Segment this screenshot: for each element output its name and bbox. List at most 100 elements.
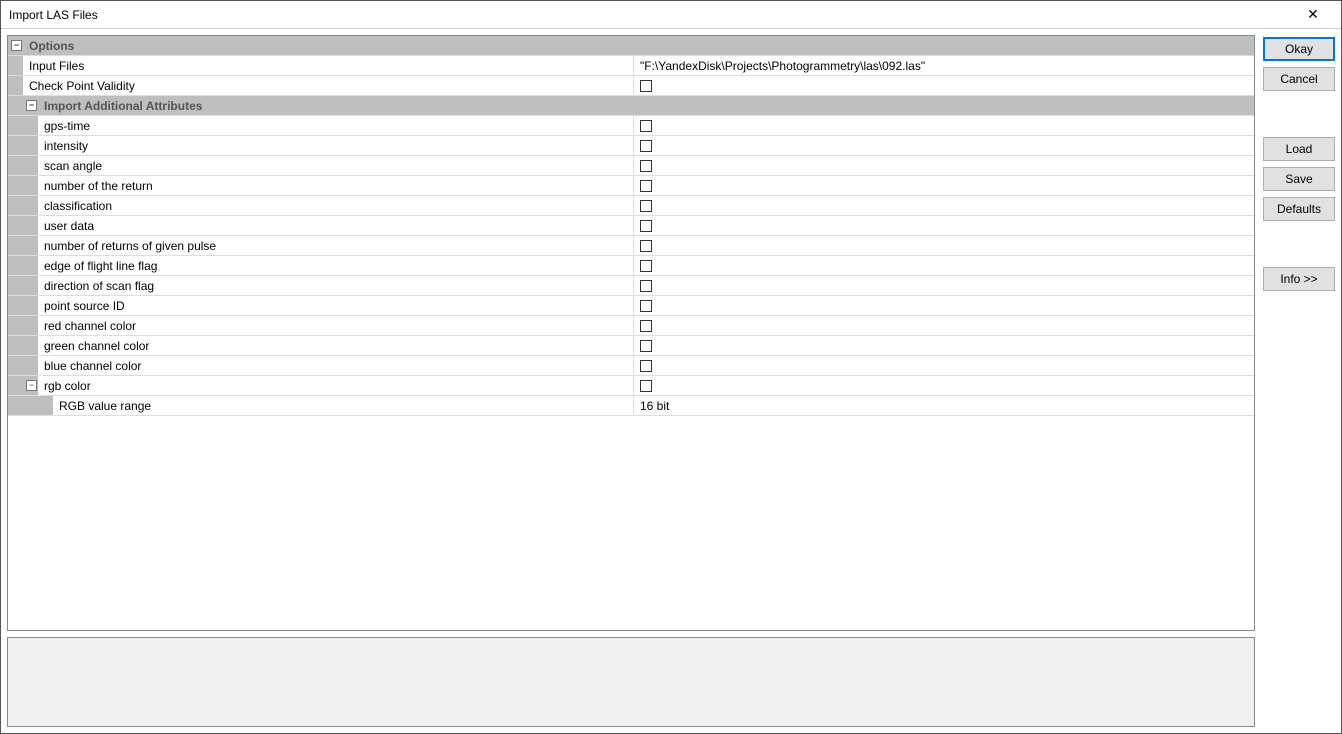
label-rgb-range: RGB value range — [53, 396, 634, 415]
gutter — [23, 176, 38, 195]
checkbox-attr[interactable] — [640, 240, 652, 252]
label-rgb-color: rgb color — [38, 376, 634, 395]
value-attr[interactable] — [634, 196, 1254, 215]
value-attr[interactable] — [634, 276, 1254, 295]
row-import-attrs-header[interactable]: − Import Additional Attributes — [8, 96, 1254, 116]
row-attr[interactable]: point source ID — [8, 296, 1254, 316]
row-attr[interactable]: direction of scan flag — [8, 276, 1254, 296]
row-attr[interactable]: user data — [8, 216, 1254, 236]
row-attr[interactable]: gps-time — [8, 116, 1254, 136]
value-check-point-validity[interactable] — [634, 76, 1254, 95]
close-icon: ✕ — [1307, 6, 1319, 23]
close-button[interactable]: ✕ — [1293, 2, 1333, 28]
gutter: − — [23, 96, 38, 115]
titlebar: Import LAS Files ✕ — [1, 1, 1341, 29]
info-panel — [7, 637, 1255, 727]
row-attr[interactable]: edge of flight line flag — [8, 256, 1254, 276]
gutter — [8, 96, 23, 115]
checkbox-rgb-color[interactable] — [640, 380, 652, 392]
cancel-button[interactable]: Cancel — [1263, 67, 1335, 91]
row-attr[interactable]: number of the return — [8, 176, 1254, 196]
label-attr: edge of flight line flag — [38, 256, 634, 275]
load-button[interactable]: Load — [1263, 137, 1335, 161]
import-attrs-header-label: Import Additional Attributes — [38, 96, 1254, 115]
label-attr: number of the return — [38, 176, 634, 195]
label-attr: scan angle — [38, 156, 634, 175]
value-attr[interactable] — [634, 176, 1254, 195]
checkbox-attr[interactable] — [640, 180, 652, 192]
expander-import-attrs[interactable]: − — [26, 100, 37, 111]
label-attr: blue channel color — [38, 356, 634, 375]
defaults-button[interactable]: Defaults — [1263, 197, 1335, 221]
import-las-dialog: Import LAS Files ✕ − Options Input Files… — [0, 0, 1342, 734]
row-attr[interactable]: scan angle — [8, 156, 1254, 176]
save-button[interactable]: Save — [1263, 167, 1335, 191]
row-input-files[interactable]: Input Files "F:\YandexDisk\Projects\Phot… — [8, 56, 1254, 76]
row-attr[interactable]: red channel color — [8, 316, 1254, 336]
expander-options[interactable]: − — [11, 40, 22, 51]
row-attr[interactable]: green channel color — [8, 336, 1254, 356]
gutter — [8, 296, 23, 315]
row-attr[interactable]: blue channel color — [8, 356, 1254, 376]
gutter: − — [23, 376, 38, 395]
value-attr[interactable] — [634, 356, 1254, 375]
row-rgb-range[interactable]: RGB value range 16 bit — [8, 396, 1254, 416]
value-attr[interactable] — [634, 216, 1254, 235]
gutter — [8, 116, 23, 135]
row-rgb-color[interactable]: − rgb color — [8, 376, 1254, 396]
gutter — [8, 236, 23, 255]
options-header-row[interactable]: − Options — [8, 36, 1254, 56]
checkbox-attr[interactable] — [640, 220, 652, 232]
checkbox-attr[interactable] — [640, 120, 652, 132]
checkbox-attr[interactable] — [640, 260, 652, 272]
value-attr[interactable] — [634, 256, 1254, 275]
gutter — [23, 136, 38, 155]
checkbox-attr[interactable] — [640, 200, 652, 212]
info-button[interactable]: Info >> — [1263, 267, 1335, 291]
checkbox-attr[interactable] — [640, 160, 652, 172]
gutter — [8, 76, 23, 95]
options-header-label: Options — [23, 36, 1254, 55]
okay-button[interactable]: Okay — [1263, 37, 1335, 61]
checkbox-attr[interactable] — [640, 300, 652, 312]
label-attr: direction of scan flag — [38, 276, 634, 295]
row-attr[interactable]: intensity — [8, 136, 1254, 156]
options-tree: − Options Input Files "F:\YandexDisk\Pro… — [7, 35, 1255, 631]
row-attr[interactable]: classification — [8, 196, 1254, 216]
spacer — [1263, 227, 1335, 261]
label-attr: intensity — [38, 136, 634, 155]
gutter: − — [8, 36, 23, 55]
value-rgb-color[interactable] — [634, 376, 1254, 395]
gutter — [8, 136, 23, 155]
value-rgb-range[interactable]: 16 bit — [634, 396, 1254, 415]
value-attr[interactable] — [634, 316, 1254, 335]
gutter — [38, 396, 53, 415]
value-attr[interactable] — [634, 116, 1254, 135]
checkbox-attr[interactable] — [640, 140, 652, 152]
value-attr[interactable] — [634, 236, 1254, 255]
window-title: Import LAS Files — [9, 8, 1293, 22]
checkbox-attr[interactable] — [640, 280, 652, 292]
gutter — [23, 316, 38, 335]
label-attr: point source ID — [38, 296, 634, 315]
checkbox-attr[interactable] — [640, 360, 652, 372]
value-attr[interactable] — [634, 156, 1254, 175]
gutter — [8, 196, 23, 215]
checkbox-check-point-validity[interactable] — [640, 80, 652, 92]
value-input-files[interactable]: "F:\YandexDisk\Projects\Photogrammetry\l… — [634, 56, 1254, 75]
checkbox-attr[interactable] — [640, 320, 652, 332]
expander-rgb-color[interactable]: − — [26, 380, 37, 391]
row-attr[interactable]: number of returns of given pulse — [8, 236, 1254, 256]
button-column: Okay Cancel Load Save Defaults Info >> — [1263, 35, 1335, 727]
gutter — [8, 336, 23, 355]
checkbox-attr[interactable] — [640, 340, 652, 352]
value-attr[interactable] — [634, 136, 1254, 155]
left-column: − Options Input Files "F:\YandexDisk\Pro… — [7, 35, 1255, 727]
row-check-point-validity[interactable]: Check Point Validity — [8, 76, 1254, 96]
gutter — [8, 276, 23, 295]
value-attr[interactable] — [634, 296, 1254, 315]
gutter — [23, 116, 38, 135]
value-attr[interactable] — [634, 336, 1254, 355]
gutter — [23, 216, 38, 235]
gutter — [23, 276, 38, 295]
